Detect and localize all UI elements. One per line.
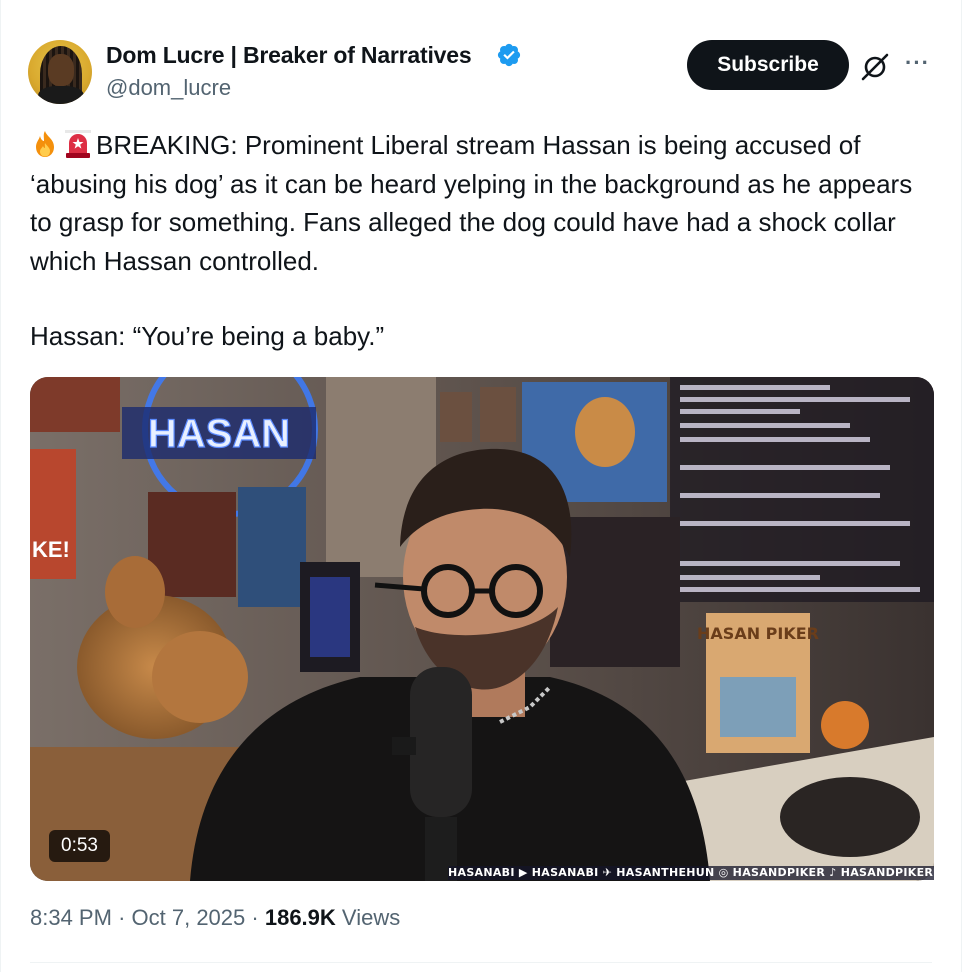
tweet-time[interactable]: 8:34 PM — [30, 905, 112, 930]
author-handle[interactable]: @dom_lucre — [106, 75, 231, 101]
frame-border-left — [0, 0, 1, 972]
video-duration-badge: 0:53 — [49, 830, 110, 862]
grok-slash-icon[interactable] — [858, 50, 892, 84]
svg-text:HASAN: HASAN — [148, 412, 290, 456]
svg-text:HASAN PIKER: HASAN PIKER — [697, 624, 819, 643]
fire-emoji — [36, 131, 54, 157]
video-player[interactable]: KE! HASAN HASAN PIKER — [30, 377, 934, 881]
tweet-text: BREAKING: Prominent Liberal stream Hassa… — [30, 126, 930, 280]
tweet-meta: 8:34 PM · Oct 7, 2025 · 186.9K Views — [30, 905, 400, 931]
views-label: Views — [341, 905, 401, 930]
tweet-body: BREAKING: Prominent Liberal stream Hassa… — [30, 130, 913, 276]
tweet-quote: Hassan: “You’re being a baby.” — [30, 321, 385, 351]
video-frame: KE! HASAN HASAN PIKER — [30, 377, 934, 881]
views-count: 186.9K — [264, 905, 336, 930]
video-social-strip: HASANABI ▶ HASANABI ✈ HASANTHEHUN ◎ HASA… — [448, 866, 934, 880]
meta-separator: · — [251, 905, 259, 930]
divider — [30, 962, 932, 963]
siren-emoji — [65, 130, 91, 158]
tweet-date[interactable]: Oct 7, 2025 — [132, 905, 246, 930]
author-display-name[interactable]: Dom Lucre | Breaker of Narratives — [106, 42, 472, 69]
microphone — [410, 667, 472, 817]
svg-text:KE!: KE! — [32, 537, 70, 562]
subscribe-button[interactable]: Subscribe — [687, 40, 849, 90]
more-dots-icon[interactable]: ··· — [905, 50, 930, 76]
meta-separator: · — [118, 905, 126, 930]
avatar[interactable] — [28, 40, 92, 104]
verified-badge-icon — [497, 43, 521, 67]
